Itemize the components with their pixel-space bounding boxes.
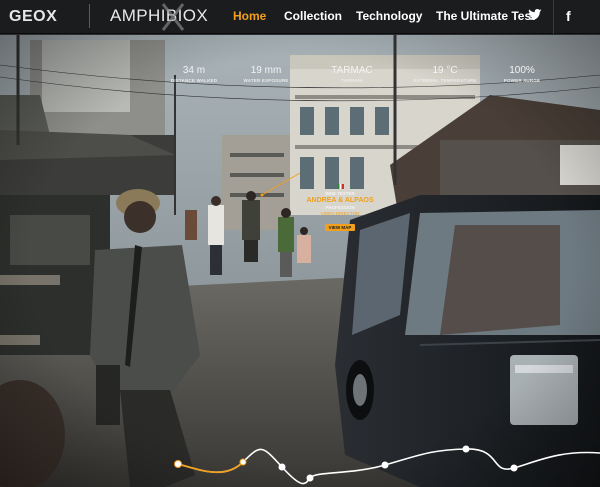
stat-power-value: 100% xyxy=(509,65,535,76)
tag-profession-label: PROFESSION xyxy=(325,205,355,210)
stat-terrain-label: TERRAIN xyxy=(341,78,363,83)
stat-water: 19 mm WATER EXPOSURE xyxy=(237,65,295,83)
view-map-button[interactable]: VIEW MAP xyxy=(324,224,356,231)
waypoint xyxy=(510,464,518,472)
nav-technology[interactable]: Technology xyxy=(356,9,422,23)
stat-temperature-label: EXTERNAL TEMPERATURE xyxy=(413,78,477,83)
facebook-icon[interactable]: f xyxy=(566,8,571,24)
stat-temperature-value: 19 °C xyxy=(432,65,458,76)
waypoint xyxy=(306,474,314,482)
tag-name[interactable]: ANDREA & ALPAOS xyxy=(300,197,380,204)
nav-home[interactable]: Home xyxy=(233,9,266,23)
stat-terrain: TARMAC TERRAIN xyxy=(322,65,382,83)
nav-ultimate-test[interactable]: The Ultimate Test xyxy=(436,9,535,23)
twitter-bird-icon[interactable] xyxy=(528,9,542,21)
tag-role: WEB TESTER xyxy=(325,191,355,196)
top-nav: GEOX AMPHIBIOX Home Collection Technolog… xyxy=(0,0,600,34)
street-scene-image xyxy=(0,35,600,487)
stat-power: 100% POWER SURGE xyxy=(496,65,548,83)
brand-divider xyxy=(89,4,90,28)
nav-collection[interactable]: Collection xyxy=(284,9,342,23)
tag-profession: VIDEO DIRECTOR xyxy=(320,211,360,216)
stat-power-label: POWER SURGE xyxy=(503,78,541,83)
nav-divider xyxy=(553,0,554,34)
stat-temperature: 19 °C EXTERNAL TEMPERATURE xyxy=(407,65,483,83)
stat-water-value: 19 mm xyxy=(250,65,282,76)
waypoint xyxy=(462,445,470,453)
product-x-mark-icon xyxy=(161,3,185,31)
stat-distance-value: 34 m xyxy=(182,65,206,76)
waypoint xyxy=(239,458,247,466)
stat-water-label: WATER EXPOSURE xyxy=(243,78,289,83)
stat-distance-label: DISTANCE WALKED xyxy=(170,78,218,83)
waypoint xyxy=(174,460,182,468)
waypoint xyxy=(278,463,286,471)
stat-distance: 34 m DISTANCE WALKED xyxy=(165,65,223,83)
italy-flag-icon xyxy=(336,184,344,189)
brand-logo[interactable]: GEOX xyxy=(9,8,57,26)
waypoint xyxy=(381,461,389,469)
tester-tag[interactable]: WEB TESTER ANDREA & ALPAOS PROFESSION VI… xyxy=(300,184,380,234)
street-view-panorama[interactable]: 34 m DISTANCE WALKED 19 mm WATER EXPOSUR… xyxy=(0,35,600,487)
stat-terrain-value: TARMAC xyxy=(331,65,373,76)
